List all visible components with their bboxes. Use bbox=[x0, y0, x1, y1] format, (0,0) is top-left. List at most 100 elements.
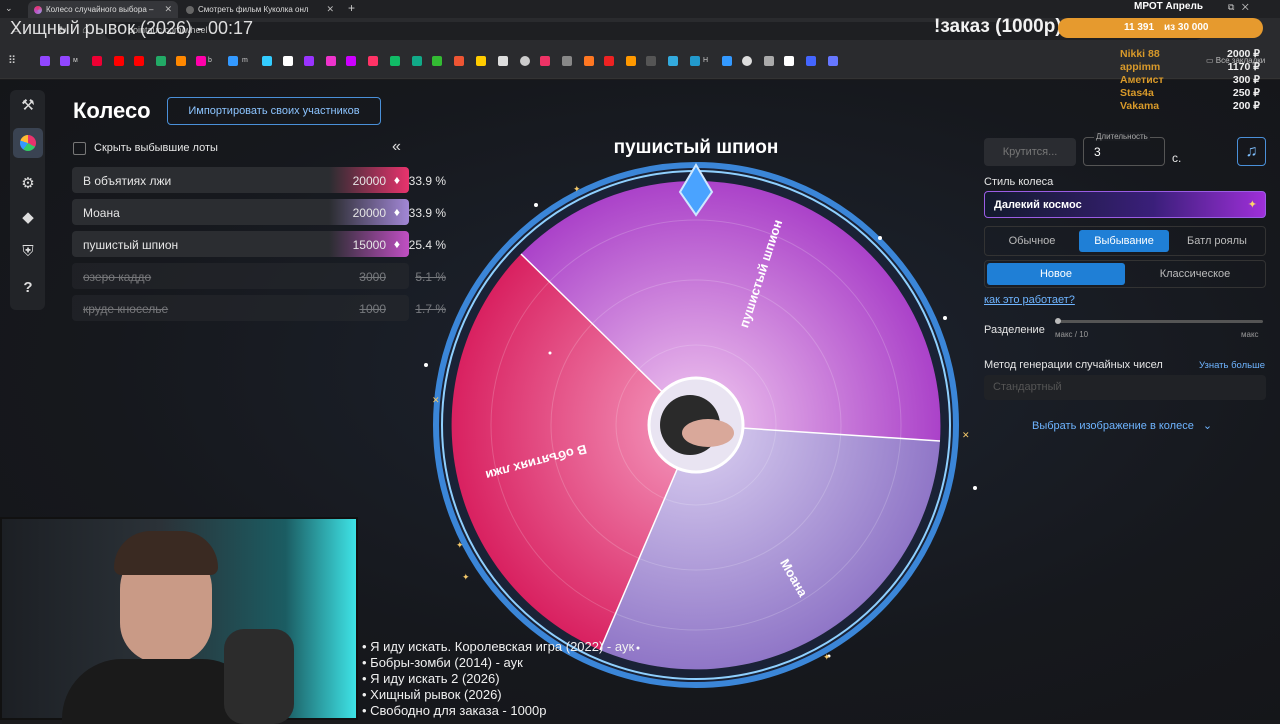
bookmark-icon[interactable] bbox=[828, 56, 838, 66]
svg-text:✕: ✕ bbox=[432, 395, 440, 405]
bookmark-icon[interactable] bbox=[604, 56, 614, 66]
bookmark-icon[interactable] bbox=[368, 56, 378, 66]
bookmark-icon[interactable] bbox=[262, 56, 272, 66]
bookmark-label[interactable]: H bbox=[703, 57, 708, 64]
music-button[interactable]: ♫ bbox=[1237, 137, 1266, 166]
layers-icon[interactable]: ◆ bbox=[18, 208, 38, 228]
bulb-icon[interactable]: ♦ bbox=[394, 237, 400, 251]
lot-row[interactable]: Моана 20000 33.9 % ♦ bbox=[72, 199, 446, 225]
elimination-classic[interactable]: Классическое bbox=[1128, 263, 1262, 285]
mode-battle-royale[interactable]: Батл роялы bbox=[1173, 230, 1261, 252]
lot-row[interactable]: В объятиях лжи 20000 33.9 % ♦ bbox=[72, 167, 446, 193]
goal-title: МРОТ Апрель bbox=[1134, 1, 1203, 12]
rng-more-link[interactable]: Узнать больше bbox=[1199, 360, 1265, 371]
wheel-center-hand bbox=[682, 419, 734, 447]
bookmark-icon[interactable] bbox=[346, 56, 356, 66]
lot-row-dropped[interactable]: круде кносельe 1000 1.7 % bbox=[72, 295, 446, 321]
mode-elimination[interactable]: Выбывание bbox=[1079, 230, 1169, 252]
hide-dropped-checkbox[interactable] bbox=[73, 142, 86, 155]
bookmark-icon[interactable] bbox=[156, 56, 166, 66]
bookmark-icon[interactable] bbox=[304, 56, 314, 66]
bookmark-icon[interactable] bbox=[540, 56, 550, 66]
tab-title: Колесо случайного выбора – bbox=[46, 5, 154, 14]
close-tab-icon[interactable]: ✕ bbox=[164, 1, 172, 18]
bookmark-icon[interactable] bbox=[806, 56, 816, 66]
bookmark-icon[interactable] bbox=[476, 56, 486, 66]
lot-name: озеро каддо bbox=[83, 270, 152, 284]
style-select[interactable]: Далекий космос ✦ bbox=[984, 191, 1266, 218]
bookmark-icon[interactable] bbox=[562, 56, 572, 66]
bookmark-icon[interactable] bbox=[668, 56, 678, 66]
gavel-icon[interactable]: ⚒ bbox=[18, 96, 38, 116]
bookmark-icon[interactable] bbox=[390, 56, 400, 66]
bookmark-label[interactable]: m bbox=[242, 57, 248, 64]
bookmark-icon[interactable] bbox=[196, 56, 206, 66]
donation-amount: 300 ₽ bbox=[1232, 74, 1260, 86]
tab-movie[interactable]: Смотреть фильм Куколка онл ✕ bbox=[180, 1, 340, 18]
bookmark-icon[interactable] bbox=[454, 56, 464, 66]
help-icon[interactable]: ? bbox=[18, 278, 38, 298]
rng-select[interactable]: Стандартный bbox=[984, 375, 1266, 400]
lot-amount: 20000 bbox=[352, 174, 386, 188]
lot-row-dropped[interactable]: озеро каддо 3000 5.1 % bbox=[72, 263, 446, 289]
wheel-nav-icon[interactable] bbox=[13, 128, 43, 158]
bookmark-icon[interactable] bbox=[742, 56, 752, 66]
order-label-overlay: !заказ (1000р) bbox=[934, 16, 1062, 37]
bookmark-icon[interactable] bbox=[134, 56, 144, 66]
lot-amount: 1000 bbox=[359, 302, 386, 316]
bookmark-icon[interactable] bbox=[520, 56, 530, 66]
bookmark-icon[interactable] bbox=[498, 56, 508, 66]
split-slider[interactable] bbox=[1055, 318, 1263, 324]
bookmark-icon[interactable] bbox=[432, 56, 442, 66]
queue-item: • Бобры-зомби (2014) - аук bbox=[362, 655, 523, 670]
bookmark-icon[interactable] bbox=[722, 56, 732, 66]
bookmark-icon[interactable] bbox=[283, 56, 293, 66]
split-slider-handle[interactable] bbox=[1055, 318, 1061, 324]
elimination-new[interactable]: Новое bbox=[987, 263, 1125, 285]
bookmark-icon[interactable] bbox=[92, 56, 102, 66]
bookmark-icon[interactable] bbox=[326, 56, 336, 66]
bookmark-label[interactable]: м bbox=[73, 57, 78, 64]
bookmark-icon[interactable] bbox=[412, 56, 422, 66]
bookmark-icon[interactable] bbox=[626, 56, 636, 66]
bookmark-label[interactable]: b bbox=[208, 57, 212, 64]
microphone bbox=[224, 629, 294, 724]
tab-wheel[interactable]: Колесо случайного выбора – ✕ bbox=[28, 1, 178, 18]
movie-favicon-icon bbox=[186, 6, 194, 14]
bookmark-icon[interactable] bbox=[764, 56, 774, 66]
bulb-icon[interactable]: ♦ bbox=[394, 205, 400, 219]
donation-amount: 1170 ₽ bbox=[1227, 61, 1260, 73]
close-tab-icon[interactable]: ✕ bbox=[326, 1, 334, 18]
choose-wheel-image-button[interactable]: Выбрать изображение в колесе ⌄ bbox=[1032, 419, 1212, 432]
donation-row: Stas4a 250 ₽ bbox=[1120, 87, 1270, 101]
bookmark-icon[interactable] bbox=[176, 56, 186, 66]
donation-row: appimm 1170 ₽ bbox=[1120, 61, 1270, 75]
svg-text:✦: ✦ bbox=[823, 652, 831, 662]
mode-normal[interactable]: Обычное bbox=[988, 230, 1076, 252]
music-icon: ♫ bbox=[1245, 143, 1258, 160]
bookmark-icon[interactable] bbox=[584, 56, 594, 66]
gear-icon[interactable]: ⚙ bbox=[18, 174, 38, 194]
bookmark-icon[interactable] bbox=[114, 56, 124, 66]
bookmark-icon[interactable] bbox=[60, 56, 70, 66]
duration-field[interactable]: Длительность 3 bbox=[1083, 132, 1165, 166]
new-tab-icon[interactable]: + bbox=[348, 1, 355, 15]
lot-row[interactable]: пушистый шпион 15000 25.4 % ♦ bbox=[72, 231, 446, 257]
collapse-panel-icon[interactable]: « bbox=[392, 138, 401, 156]
window-controls[interactable]: ⧉ ✕ bbox=[1228, 2, 1249, 13]
spin-button[interactable]: Крутится... bbox=[984, 138, 1076, 166]
wheel[interactable]: пушистый шпион Моана В объятиях лжи ✕✕✦ … bbox=[420, 150, 980, 690]
split-label: Разделение bbox=[984, 324, 1045, 336]
tab-search-icon[interactable]: ⌄ bbox=[5, 3, 13, 14]
shield-icon[interactable]: ⛨ bbox=[18, 242, 38, 262]
how-it-works-link[interactable]: как это работает? bbox=[984, 294, 1075, 306]
bookmark-icon[interactable] bbox=[784, 56, 794, 66]
bookmark-icon[interactable] bbox=[690, 56, 700, 66]
bulb-icon[interactable]: ♦ bbox=[394, 173, 400, 187]
apps-grid-icon[interactable]: ⠿ bbox=[8, 54, 16, 67]
import-participants-button[interactable]: Импортировать своих участников bbox=[167, 97, 381, 125]
donation-row: Nikki 88 2000 ₽ bbox=[1120, 48, 1270, 62]
bookmark-icon[interactable] bbox=[646, 56, 656, 66]
bookmark-icon[interactable] bbox=[40, 56, 50, 66]
bookmark-icon[interactable] bbox=[228, 56, 238, 66]
